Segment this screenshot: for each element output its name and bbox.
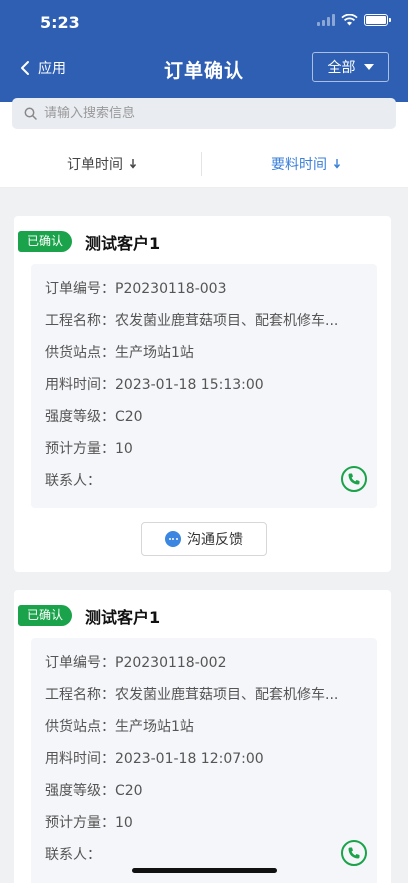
sort-bar: 订单时间 要料时间: [0, 140, 408, 188]
volume-row: 预计方量：10: [45, 815, 133, 831]
status-filter-dropdown[interactable]: 全部: [312, 52, 389, 82]
cellular-signal-icon: [317, 14, 335, 26]
status-badge: 已确认: [18, 605, 73, 626]
search-input[interactable]: [44, 106, 324, 121]
project-row: 工程名称：农发菌业鹿茸菇项目、配套机修车...: [45, 313, 339, 329]
station-row: 供货站点：生产场站1站: [45, 719, 194, 735]
search-container: [0, 98, 408, 140]
phone-icon: [348, 847, 360, 859]
search-icon: [24, 107, 37, 120]
search-box[interactable]: [12, 98, 396, 129]
order-details: 订单编号：P20230118-002 工程名称：农发菌业鹿茸菇项目、配套机修车.…: [31, 638, 377, 883]
status-badge: 已确认: [18, 231, 73, 252]
sort-material-time[interactable]: 要料时间: [204, 140, 408, 187]
order-number: P20230118-003: [115, 281, 227, 297]
card-header: 已确认 测试客户1: [14, 590, 391, 640]
estimated-volume: 10: [115, 441, 133, 457]
status-bar: 5:23: [0, 0, 408, 44]
estimated-volume: 10: [115, 815, 133, 831]
strength-grade: C20: [115, 783, 143, 799]
chat-bubble-icon: [165, 531, 181, 547]
station: 生产场站1站: [115, 719, 194, 735]
station: 生产场站1站: [115, 345, 194, 361]
project-row: 工程名称：农发菌业鹿茸菇项目、配套机修车...: [45, 687, 339, 703]
client-name: 测试客户1: [85, 608, 161, 627]
grade-row: 强度等级：C20: [45, 783, 143, 799]
sort-order-time[interactable]: 订单时间: [0, 140, 204, 187]
project-name: 农发菌业鹿茸菇项目、配套机修车...: [115, 687, 339, 703]
phone-call-button[interactable]: [341, 840, 367, 866]
material-time: 2023-01-18 12:07:00: [115, 751, 264, 767]
battery-icon: [364, 14, 391, 26]
card-header: 已确认 测试客户1: [14, 216, 391, 266]
sort-arrow-down-icon: [129, 159, 137, 169]
order-card[interactable]: 已确认 测试客户1 订单编号：P20230118-002 工程名称：农发菌业鹿茸…: [14, 590, 391, 883]
feedback-button[interactable]: 沟通反馈: [141, 522, 267, 556]
home-indicator: [132, 868, 277, 873]
phone-call-button[interactable]: [341, 466, 367, 492]
status-icons: [317, 14, 391, 26]
material-time: 2023-01-18 15:13:00: [115, 377, 264, 393]
client-name: 测试客户1: [85, 234, 161, 253]
phone-icon: [348, 473, 360, 485]
status-time: 5:23: [40, 13, 80, 32]
volume-row: 预计方量：10: [45, 441, 133, 457]
feedback-label: 沟通反馈: [187, 532, 243, 548]
sort-divider: [201, 152, 202, 176]
order-details: 订单编号：P20230118-003 工程名称：农发菌业鹿茸菇项目、配套机修车.…: [31, 264, 377, 508]
contact-row: 联系人：: [45, 473, 101, 489]
strength-grade: C20: [115, 409, 143, 425]
wifi-icon: [341, 14, 358, 26]
grade-row: 强度等级：C20: [45, 409, 143, 425]
sort-label: 订单时间: [67, 156, 123, 173]
project-name: 农发菌业鹿茸菇项目、配套机修车...: [115, 313, 339, 329]
app-header: 5:23 应用 订单确认 全部: [0, 0, 408, 102]
sort-arrow-down-icon: [333, 159, 341, 169]
order-number-row: 订单编号：P20230118-003: [45, 281, 227, 297]
filter-label: 全部: [327, 60, 356, 76]
caret-down-icon: [363, 64, 374, 70]
station-row: 供货站点：生产场站1站: [45, 345, 194, 361]
order-card[interactable]: 已确认 测试客户1 订单编号：P20230118-003 工程名称：农发菌业鹿茸…: [14, 216, 391, 572]
order-number-row: 订单编号：P20230118-002: [45, 655, 227, 671]
material-time-row: 用料时间：2023-01-18 15:13:00: [45, 377, 264, 393]
contact-row: 联系人：: [45, 847, 101, 863]
material-time-row: 用料时间：2023-01-18 12:07:00: [45, 751, 264, 767]
sort-label: 要料时间: [271, 156, 327, 173]
order-number: P20230118-002: [115, 655, 227, 671]
nav-bar: 应用 订单确认 全部: [0, 44, 408, 102]
